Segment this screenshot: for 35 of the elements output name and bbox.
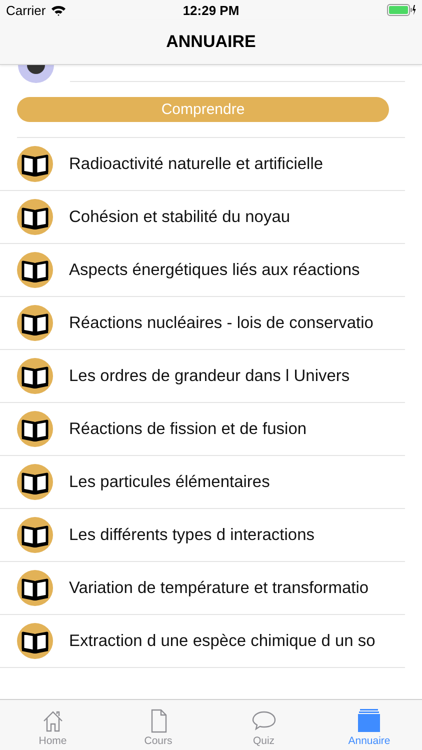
list-row[interactable]: Radioactivité naturelle et artificielle <box>0 138 405 191</box>
list-row[interactable]: Cohésion et stabilité du noyau <box>0 191 405 244</box>
list-row[interactable]: Variation de température et transformatio <box>0 562 405 615</box>
carrier-label: Carrier <box>6 2 46 18</box>
row-title: Variation de température et transformatio <box>69 578 369 598</box>
book-icon <box>17 517 53 553</box>
book-icon <box>17 252 53 288</box>
list-row[interactable]: Réactions de fission et de fusion <box>0 403 405 456</box>
row-title: Extraction d une espèce chimique d un so <box>69 632 376 650</box>
list-row[interactable]: Les ordres de grandeur dans l Univers <box>0 350 405 403</box>
book-icon <box>17 464 53 500</box>
book-icon <box>17 623 53 659</box>
book-icon <box>17 570 53 606</box>
list-row[interactable]: Les différents types d interactions <box>0 509 405 562</box>
book-icon <box>17 411 53 447</box>
book-icon <box>17 146 53 182</box>
row-title: Les particules élémentaires <box>69 472 270 492</box>
list-row[interactable]: Extraction d une espèce chimique d un so <box>0 615 405 668</box>
wifi-icon <box>50 4 66 16</box>
row-title: Les ordres de grandeur dans l Univers <box>69 366 350 386</box>
row-title: Radioactivité naturelle et artificielle <box>69 154 324 174</box>
row-title: Réactions nucléaires - lois de conservatio <box>69 314 374 332</box>
row-title: Réactions de fission et de fusion <box>69 420 307 438</box>
screen-title: ANNUAIRE <box>166 32 256 52</box>
row-title: Cohésion et stabilité du noyau <box>69 208 290 226</box>
book-icon <box>17 358 53 394</box>
list-row[interactable]: Réactions nucléaires - lois de conservatio <box>0 297 405 350</box>
row-title: Aspects énergétiques liés aux réactions <box>69 260 360 280</box>
book-icon <box>17 199 53 235</box>
book-icon <box>17 305 53 341</box>
clock: 12:29 PM <box>182 2 240 18</box>
battery-icon <box>387 4 416 16</box>
row-title: Les différents types d interactions <box>69 526 315 544</box>
list-row[interactable]: Aspects énergétiques liés aux réactions <box>0 244 405 297</box>
list-row[interactable]: Les particules élémentaires <box>0 456 405 509</box>
